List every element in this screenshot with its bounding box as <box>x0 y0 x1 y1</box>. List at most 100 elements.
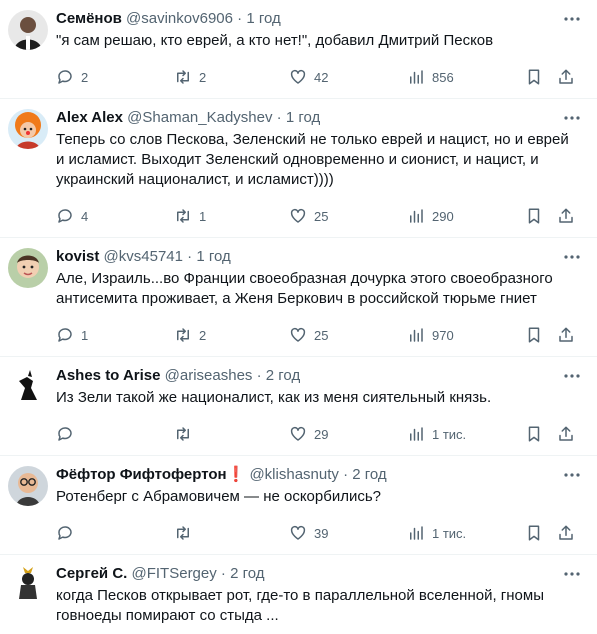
author-handle[interactable]: @ariseashes <box>165 367 253 384</box>
separator-dot: · <box>276 109 282 126</box>
like-button[interactable]: 42 <box>289 67 328 87</box>
tweet-text-line: говноеды помирают со стыда ... <box>56 607 279 624</box>
author-handle[interactable]: @savinkov6906 <box>126 10 233 27</box>
bookmark-icon <box>528 525 540 541</box>
views-button[interactable]: 970 <box>407 325 454 345</box>
tweet-text: Але, Израиль...во Франции своеобразная д… <box>56 269 585 309</box>
bookmark-button[interactable] <box>525 67 543 87</box>
author-handle[interactable]: @Shaman_Kadyshev <box>127 109 272 126</box>
avatar[interactable] <box>8 248 48 288</box>
views-count: 856 <box>432 69 454 85</box>
tweet[interactable]: Ashes to Arise @ariseashes · 2 год Из Зе… <box>0 357 597 456</box>
share-button[interactable] <box>557 424 575 444</box>
views-button[interactable]: 290 <box>407 206 454 226</box>
timestamp[interactable]: 2 год <box>352 466 386 483</box>
like-button[interactable]: 39 <box>289 523 328 543</box>
retweet-icon <box>177 328 189 342</box>
author-handle[interactable]: @klishasnuty <box>249 466 338 483</box>
retweet-button[interactable]: 2 <box>174 325 206 345</box>
like-button[interactable]: 25 <box>289 325 328 345</box>
bookmark-button[interactable] <box>525 424 543 444</box>
more-options-icon[interactable] <box>563 250 581 264</box>
retweet-icon <box>177 209 189 223</box>
author-name[interactable]: Сергей С. <box>56 565 127 582</box>
bookmark-icon <box>528 208 540 224</box>
avatar[interactable] <box>8 109 48 149</box>
tweet-text: когда Песков открывает рот, где-то в пар… <box>56 586 585 626</box>
more-options-icon[interactable] <box>563 111 581 125</box>
more-options-icon[interactable] <box>563 468 581 482</box>
heart-icon <box>290 327 306 342</box>
author-name[interactable]: Семёнов <box>56 10 122 27</box>
analytics-icon <box>410 427 423 441</box>
share-button[interactable] <box>557 67 575 87</box>
tweet[interactable]: Сергей С. @FITSergey · 2 год когда Песко… <box>0 555 597 634</box>
bookmark-icon <box>528 426 540 442</box>
more-options-icon[interactable] <box>563 12 581 26</box>
tweet-text-line: Из Зели такой же националист, как из мен… <box>56 389 492 406</box>
share-icon <box>559 208 573 223</box>
tweet-text-line: Але, Израиль...во Франции своеобразная д… <box>56 270 553 287</box>
author-name[interactable]: Фёфтор Фифтофертон <box>56 466 227 483</box>
like-button[interactable]: 29 <box>289 424 328 444</box>
avatar[interactable] <box>8 10 48 50</box>
author-name[interactable]: Ashes to Arise <box>56 367 160 384</box>
timestamp[interactable]: 1 год <box>246 10 280 27</box>
analytics-icon <box>410 70 423 84</box>
tweet[interactable]: kovist @kvs45741 · 1 год Але, Израиль...… <box>0 238 597 357</box>
tweet[interactable]: Alex Alex @Shaman_Kadyshev · 1 год Тепер… <box>0 99 597 238</box>
timestamp[interactable]: 2 год <box>266 367 300 384</box>
avatar[interactable] <box>8 367 48 407</box>
author-name[interactable]: Alex Alex <box>56 109 123 126</box>
views-button[interactable]: 1 тис. <box>407 424 466 444</box>
avatar[interactable] <box>8 466 48 506</box>
tweet-text-line: и исламист. Выходит Зеленский одновремен… <box>56 151 539 168</box>
retweet-icon <box>177 70 189 84</box>
views-button[interactable]: 1 тис. <box>407 523 466 543</box>
author-handle[interactable]: @FITSergey <box>132 565 217 582</box>
reply-button[interactable]: 1 <box>56 325 88 345</box>
tweet-actions: 2 2 42 856 <box>56 67 587 87</box>
reply-button[interactable] <box>56 523 81 543</box>
share-button[interactable] <box>557 523 575 543</box>
bookmark-button[interactable] <box>525 325 543 345</box>
views-button[interactable]: 856 <box>407 67 454 87</box>
retweet-button[interactable]: 2 <box>174 67 206 87</box>
tweet[interactable]: Семёнов @savinkov6906 · 1 год "я сам реш… <box>0 0 597 99</box>
bookmark-button[interactable] <box>525 206 543 226</box>
tweet[interactable]: Фёфтор Фифтофертон❗ @klishasnuty · 2 год… <box>0 456 597 555</box>
timestamp[interactable]: 1 год <box>286 109 320 126</box>
timestamp[interactable]: 1 год <box>196 248 230 265</box>
retweet-button[interactable] <box>174 424 199 444</box>
heart-icon <box>290 426 306 441</box>
author-name[interactable]: kovist <box>56 248 99 265</box>
retweet-button[interactable] <box>174 523 199 543</box>
tweet-text-line: антисемита проживает, а Женя Беркович в … <box>56 290 537 307</box>
retweet-count: 1 <box>199 208 207 224</box>
reply-count: 2 <box>81 69 89 85</box>
like-count: 42 <box>314 69 329 85</box>
views-count: 970 <box>432 327 454 343</box>
like-count: 25 <box>314 208 329 224</box>
tweet-header: Фёфтор Фифтофертон❗ @klishasnuty · 2 год <box>56 465 557 485</box>
reply-button[interactable]: 2 <box>56 67 88 87</box>
heart-icon <box>290 208 306 223</box>
tweet-actions: 4 1 25 290 <box>56 206 587 226</box>
bookmark-button[interactable] <box>525 523 543 543</box>
share-button[interactable] <box>557 325 575 345</box>
share-icon <box>559 327 573 342</box>
timestamp[interactable]: 2 год <box>230 565 264 582</box>
reply-button[interactable] <box>56 424 81 444</box>
reply-button[interactable]: 4 <box>56 206 88 226</box>
tweet-text: Теперь со слов Пескова, Зеленский не тол… <box>56 130 585 190</box>
avatar[interactable] <box>8 565 48 605</box>
like-button[interactable]: 25 <box>289 206 328 226</box>
tweet-actions: 29 1 тис. <box>56 424 587 444</box>
more-options-icon[interactable] <box>563 369 581 383</box>
share-button[interactable] <box>557 206 575 226</box>
more-options-icon[interactable] <box>563 567 581 581</box>
author-handle[interactable]: @kvs45741 <box>104 248 183 265</box>
like-count: 25 <box>314 327 329 343</box>
reply-icon <box>58 70 72 84</box>
retweet-button[interactable]: 1 <box>174 206 206 226</box>
